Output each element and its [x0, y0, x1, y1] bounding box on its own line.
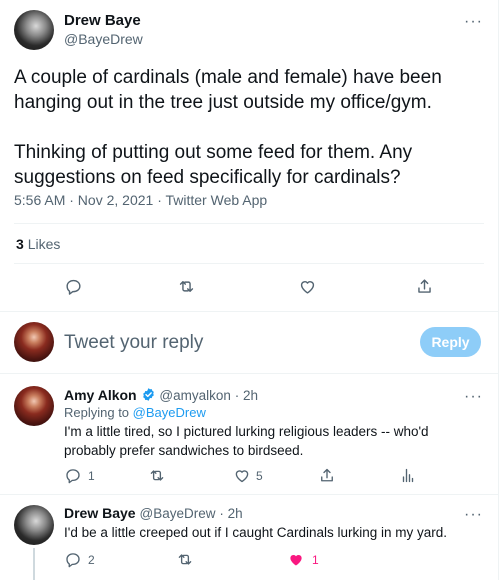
tweet-thread: Drew Baye @BayeDrew ··· A couple of card…	[0, 0, 499, 580]
divider	[14, 223, 484, 224]
verified-icon	[142, 388, 154, 401]
divider	[14, 263, 484, 264]
tweet-meta[interactable]: 5:56 AM · Nov 2, 2021 · Twitter Web App	[14, 192, 267, 208]
reply-input[interactable]: Tweet your reply	[64, 332, 203, 354]
reply-count: 1	[88, 469, 95, 483]
author-handle[interactable]: @BayeDrew	[139, 506, 215, 521]
thread-line	[33, 548, 35, 580]
author-name[interactable]: Drew Baye	[64, 12, 141, 29]
tweet-paragraph: A couple of cardinals (male and female) …	[14, 67, 442, 113]
author-name[interactable]: Amy Alkon	[64, 387, 137, 403]
like-icon[interactable]	[297, 276, 317, 296]
avatar[interactable]	[14, 10, 54, 50]
replying-to: Replying to @BayeDrew	[64, 405, 206, 420]
divider	[0, 373, 499, 374]
more-icon[interactable]: ···	[464, 389, 483, 405]
tweet-paragraph: Thinking of putting out some feed for th…	[14, 142, 413, 188]
share-icon[interactable]	[414, 276, 434, 296]
avatar[interactable]	[14, 505, 54, 545]
likes-summary[interactable]: 3 Likes	[16, 236, 60, 252]
retweet-icon[interactable]	[176, 550, 194, 568]
reply-count: 2	[88, 553, 95, 567]
avatar[interactable]	[14, 386, 54, 426]
reply-time[interactable]: · 2h	[235, 388, 258, 403]
reply-header: Drew Baye @BayeDrew · 2h	[64, 505, 243, 521]
retweet-icon[interactable]	[176, 276, 196, 296]
avatar[interactable]	[14, 322, 54, 362]
author-name[interactable]: Drew Baye	[64, 505, 136, 521]
divider	[0, 494, 499, 495]
reply-text: I'd be a little creeped out if I caught …	[64, 525, 448, 540]
author-handle[interactable]: @amyalkon	[159, 388, 230, 403]
reply-icon[interactable]	[64, 466, 82, 484]
reply-text: I'm a little tired, so I pictured lurkin…	[64, 424, 429, 458]
replying-to-handle[interactable]: @BayeDrew	[133, 405, 206, 420]
like-icon[interactable]	[287, 550, 305, 568]
divider	[0, 311, 499, 312]
replying-prefix: Replying to	[64, 405, 130, 420]
more-icon[interactable]: ···	[464, 507, 483, 523]
reply-header: Amy Alkon @amyalkon · 2h	[64, 387, 258, 403]
like-count: 1	[312, 553, 319, 567]
analytics-icon[interactable]	[399, 466, 417, 484]
like-count: 5	[256, 469, 263, 483]
reply-icon[interactable]	[64, 550, 82, 568]
author-handle[interactable]: @BayeDrew	[64, 31, 143, 47]
reply-icon[interactable]	[63, 276, 83, 296]
share-icon[interactable]	[318, 466, 336, 484]
tweet-text: A couple of cardinals (male and female) …	[14, 65, 484, 190]
more-icon[interactable]: ···	[464, 14, 483, 30]
likes-label: Likes	[27, 236, 61, 252]
reply-button[interactable]: Reply	[420, 327, 481, 357]
like-icon[interactable]	[233, 466, 251, 484]
likes-count: 3	[16, 236, 24, 252]
retweet-icon[interactable]	[148, 466, 166, 484]
reply-time[interactable]: · 2h	[219, 506, 242, 521]
